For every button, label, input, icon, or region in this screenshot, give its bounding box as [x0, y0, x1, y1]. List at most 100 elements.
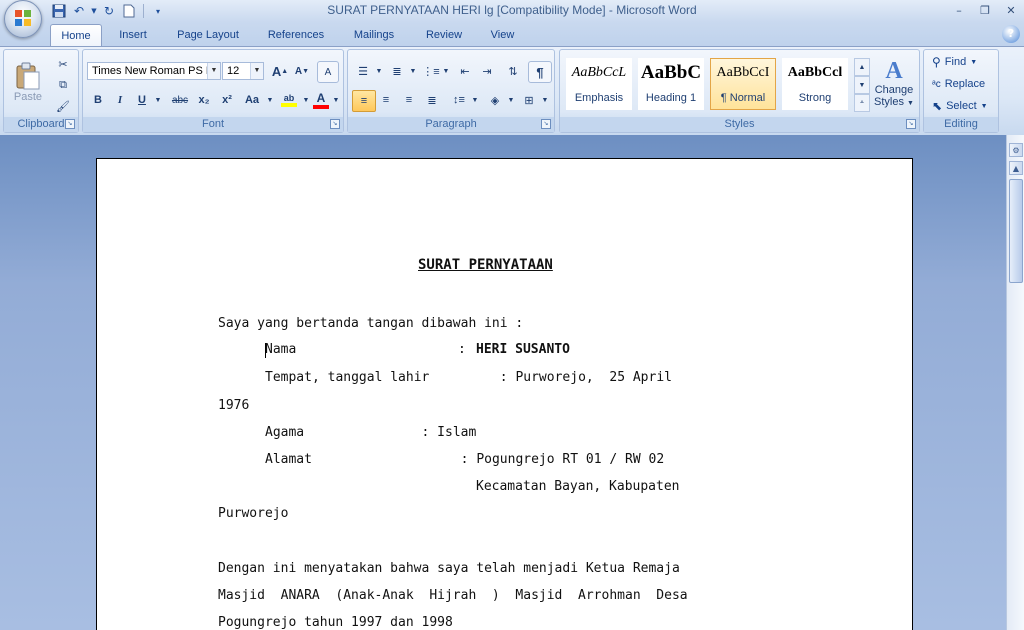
nama-label: Nama — [265, 342, 297, 357]
office-logo-icon — [15, 10, 31, 26]
font-color-button[interactable]: A — [311, 90, 331, 110]
style-normal[interactable]: AaBbCcI ¶ Normal — [710, 58, 776, 110]
font-group: Times New Roman PS M ▼ 12 ▼ A ▲ A ▼ A B I … — [82, 49, 344, 133]
tab-view[interactable]: View — [480, 24, 525, 46]
paste-label: Paste — [13, 91, 43, 103]
format-painter-icon[interactable]: 🖌 — [52, 96, 74, 116]
font-size-combo[interactable]: 12 ▼ — [222, 62, 264, 80]
tab-references[interactable]: References — [256, 24, 336, 46]
help-icon[interactable]: ? — [1002, 25, 1020, 43]
chevron-down-icon: ▼ — [250, 63, 263, 79]
bold-button[interactable]: B — [87, 90, 109, 110]
style-strong[interactable]: AaBbCcl Strong — [782, 58, 848, 110]
font-color-icon: A — [316, 91, 326, 105]
tab-insert[interactable]: Insert — [108, 24, 158, 46]
decrease-indent-icon[interactable]: ⇤ — [454, 61, 476, 81]
strikethrough-button[interactable]: abc — [167, 90, 193, 110]
font-color-bar — [313, 105, 329, 109]
bullets-icon[interactable]: ☰ — [352, 61, 374, 81]
font-name-combo[interactable]: Times New Roman PS M ▼ — [87, 62, 221, 80]
chevron-down-icon: ▼ — [980, 102, 988, 110]
subscript-button[interactable]: x₂ — [193, 90, 215, 110]
select-button[interactable]: ⬉ Select ▼ — [932, 96, 988, 116]
style-heading-1[interactable]: AaBbC Heading 1 — [638, 58, 704, 110]
highlight-color-bar — [281, 103, 297, 107]
paragraph-launcher-icon[interactable]: ↘ — [541, 119, 551, 129]
style-heading-1-name: Heading 1 — [645, 92, 697, 104]
grow-font-button[interactable]: A ▲ — [269, 61, 291, 81]
change-styles-label-1: Change — [874, 84, 914, 96]
tab-review[interactable]: Review — [414, 24, 474, 46]
highlight-button[interactable]: ab — [277, 90, 301, 110]
highlight-dropdown-icon[interactable]: ▼ — [301, 90, 311, 110]
bullets-dropdown-icon[interactable]: ▼ — [374, 61, 384, 81]
show-hide-button[interactable]: ¶ — [528, 61, 552, 83]
grow-font-icon: A — [271, 63, 282, 79]
multilevel-list-icon[interactable]: ⋮≡ — [420, 61, 442, 81]
paste-button[interactable]: Paste — [8, 54, 48, 110]
document-page[interactable]: SURAT PERNYATAAN Saya yang bertanda tang… — [96, 158, 913, 630]
superscript-button[interactable]: x² — [216, 90, 238, 110]
vertical-scrollbar[interactable]: ⚙ ▲ — [1006, 135, 1024, 630]
clipboard-launcher-icon[interactable]: ↘ — [65, 119, 75, 129]
scrollbar-thumb[interactable] — [1009, 179, 1023, 283]
tab-home[interactable]: Home — [50, 24, 102, 47]
change-case-dropdown-icon[interactable]: ▼ — [265, 90, 275, 110]
sort-icon[interactable]: ⇅ — [502, 61, 524, 81]
styles-scroll-up-icon[interactable]: ▲ — [854, 58, 870, 76]
replace-icon: ᵃc — [932, 78, 941, 90]
multilevel-dropdown-icon[interactable]: ▼ — [442, 61, 450, 81]
ttl-line: Tempat, tanggal lahir : Purworejo, 25 Ap… — [265, 370, 672, 385]
tab-mailings[interactable]: Mailings — [344, 24, 404, 46]
find-label: Find — [944, 56, 967, 68]
increase-indent-icon[interactable]: ⇥ — [476, 61, 498, 81]
justify-icon[interactable]: ≣ — [421, 90, 443, 110]
scroll-up-icon[interactable]: ▲ — [1009, 161, 1023, 175]
align-center-icon[interactable]: ≡ — [375, 90, 397, 110]
style-emphasis[interactable]: AaBbCcL Emphasis — [566, 58, 632, 110]
font-color-dropdown-icon[interactable]: ▼ — [331, 90, 341, 110]
cut-icon[interactable]: ✂ — [52, 54, 74, 74]
editing-group: ⚲ Find ▼ ᵃc Replace ⬉ Select ▼ Editing — [923, 49, 999, 133]
document-title: SURAT PERNYATAAN — [418, 257, 553, 273]
change-case-button[interactable]: Aa — [239, 90, 265, 110]
change-styles-button[interactable]: A Change Styles ▼ — [872, 54, 916, 114]
font-launcher-icon[interactable]: ↘ — [330, 119, 340, 129]
style-strong-name: Strong — [798, 92, 832, 104]
view-ruler-icon[interactable]: ⚙ — [1009, 143, 1023, 157]
style-strong-sample: AaBbCcl — [787, 65, 843, 80]
align-right-icon[interactable]: ≡ — [398, 90, 420, 110]
clipboard-group: Paste ✂ ⧉ 🖌 Clipboard ↘ — [3, 49, 79, 133]
shading-icon[interactable]: ◈ — [484, 90, 506, 110]
chevron-down-icon: ▼ — [907, 100, 914, 107]
office-button[interactable] — [4, 0, 42, 38]
replace-label: Replace — [944, 78, 986, 90]
copy-icon[interactable]: ⧉ — [52, 75, 74, 95]
styles-more-icon[interactable]: ⩡ — [854, 94, 870, 112]
tab-page-layout[interactable]: Page Layout — [168, 24, 248, 46]
intro-line: Saya yang bertanda tangan dibawah ini : — [218, 316, 524, 331]
styles-scroll-down-icon[interactable]: ▼ — [854, 76, 870, 94]
line-spacing-dropdown-icon[interactable]: ▼ — [470, 90, 480, 110]
shrink-font-button[interactable]: A ▼ — [291, 61, 313, 81]
align-left-icon[interactable]: ≡ — [352, 90, 376, 112]
style-normal-name: ¶ Normal — [720, 92, 766, 104]
paste-icon — [16, 62, 40, 90]
find-button[interactable]: ⚲ Find ▼ — [932, 52, 977, 72]
style-heading-1-sample: AaBbC — [640, 62, 702, 83]
replace-button[interactable]: ᵃc Replace — [932, 74, 985, 94]
styles-launcher-icon[interactable]: ↘ — [906, 119, 916, 129]
borders-dropdown-icon[interactable]: ▼ — [540, 90, 550, 110]
minimize-button[interactable]: – — [950, 2, 968, 18]
borders-icon[interactable]: ⊞ — [518, 90, 540, 110]
close-button[interactable]: ✕ — [1002, 2, 1020, 18]
clear-formatting-button[interactable]: A — [317, 61, 339, 83]
shading-dropdown-icon[interactable]: ▼ — [506, 90, 516, 110]
line-spacing-icon[interactable]: ↕≡ — [448, 90, 470, 110]
italic-button[interactable]: I — [109, 90, 131, 110]
underline-button[interactable]: U — [131, 90, 153, 110]
numbering-icon[interactable]: ≣ — [386, 61, 408, 81]
restore-button[interactable]: ❐ — [976, 2, 994, 18]
underline-dropdown-icon[interactable]: ▼ — [153, 90, 163, 110]
numbering-dropdown-icon[interactable]: ▼ — [408, 61, 418, 81]
